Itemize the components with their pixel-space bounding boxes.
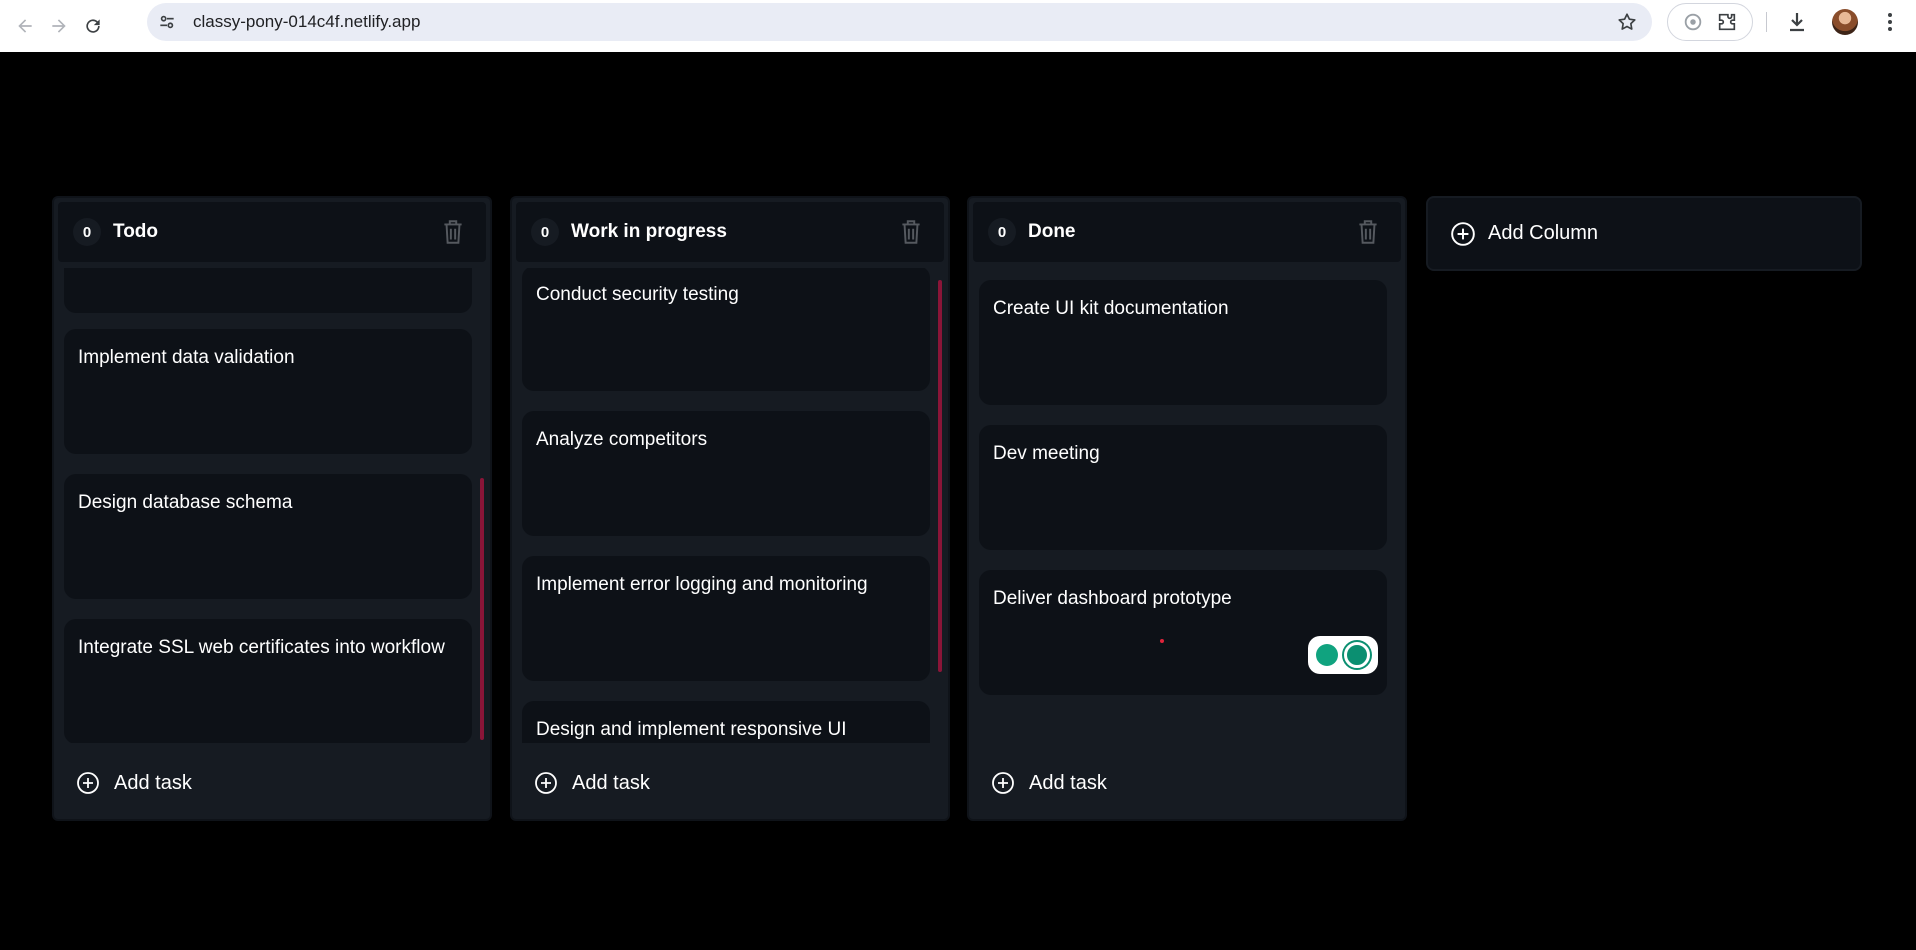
chat-bubble-icon[interactable] xyxy=(1344,642,1370,668)
browser-toolbar: classy-pony-014c4f.netlify.app xyxy=(0,0,1916,52)
add-task-label: Add task xyxy=(572,771,650,794)
trash-icon[interactable] xyxy=(898,218,924,246)
task-card[interactable]: Implement error logging and monitoring xyxy=(522,556,930,681)
task-list[interactable]: Conduct security testing Analyze competi… xyxy=(518,268,942,743)
download-icon[interactable] xyxy=(1785,10,1809,34)
add-column-button[interactable]: Add Column xyxy=(1426,196,1862,271)
trash-icon[interactable] xyxy=(440,218,466,246)
url-text: classy-pony-014c4f.netlify.app xyxy=(193,12,421,31)
trash-icon[interactable] xyxy=(1355,218,1381,246)
plus-circle-icon xyxy=(77,772,99,794)
reload-button[interactable] xyxy=(76,9,110,43)
column-title[interactable]: Todo xyxy=(113,221,158,243)
column-todo: 0 Todo Implement data validation Design … xyxy=(52,196,492,821)
extensions-group xyxy=(1667,3,1753,41)
assistant-widget[interactable] xyxy=(1308,636,1378,674)
add-task-label: Add task xyxy=(114,771,192,794)
column-title[interactable]: Done xyxy=(1028,221,1076,243)
plus-circle-icon xyxy=(1451,221,1475,246)
reload-icon xyxy=(86,19,100,33)
task-card[interactable]: Deliver dashboard prototype xyxy=(979,570,1387,695)
cursor-dot xyxy=(1160,639,1164,643)
lightbulb-icon[interactable] xyxy=(1316,644,1338,666)
plus-circle-icon xyxy=(992,772,1014,794)
task-card[interactable]: Integrate SSL web certificates into work… xyxy=(64,619,472,743)
task-card[interactable]: Conduct security testing xyxy=(522,268,930,391)
add-column-label: Add Column xyxy=(1488,222,1599,244)
column-work-in-progress: 0 Work in progress Conduct security test… xyxy=(510,196,950,821)
add-task-button[interactable]: Add task xyxy=(991,771,1107,795)
column-header[interactable]: 0 Done xyxy=(973,202,1401,262)
address-bar[interactable]: classy-pony-014c4f.netlify.app xyxy=(147,3,1652,41)
avatar[interactable] xyxy=(1832,9,1858,35)
task-count-badge: 0 xyxy=(73,218,101,246)
column-header[interactable]: 0 Work in progress xyxy=(516,202,944,262)
add-task-label: Add task xyxy=(1029,771,1107,794)
arrow-right-icon xyxy=(52,19,66,33)
task-card[interactable]: Analyze competitors xyxy=(522,411,930,536)
back-button[interactable] xyxy=(8,9,42,43)
task-card[interactable]: Implement data validation xyxy=(64,329,472,454)
site-info-icon[interactable] xyxy=(152,7,182,37)
add-task-button[interactable]: Add task xyxy=(534,771,650,795)
task-count-badge: 0 xyxy=(988,218,1016,246)
forward-button[interactable] xyxy=(42,9,76,43)
column-title[interactable]: Work in progress xyxy=(571,221,727,243)
puzzle-icon[interactable] xyxy=(1716,11,1738,33)
column-header[interactable]: 0 Todo xyxy=(58,202,486,262)
scrollbar[interactable] xyxy=(938,280,942,672)
column-done: 0 Done Create UI kit documentation Dev m… xyxy=(967,196,1407,821)
toolbar-divider xyxy=(1766,12,1767,32)
task-card[interactable]: Design database schema xyxy=(64,474,472,599)
task-card[interactable]: Design and implement responsive UI xyxy=(522,701,930,743)
arrow-left-icon xyxy=(18,19,32,33)
task-card[interactable] xyxy=(64,268,472,313)
task-count-badge: 0 xyxy=(531,218,559,246)
kanban-board: 0 Todo Implement data validation Design … xyxy=(0,52,1916,950)
task-list[interactable]: Implement data validation Design databas… xyxy=(60,268,484,743)
more-vert-icon[interactable] xyxy=(1878,10,1902,34)
scrollbar[interactable] xyxy=(480,478,484,740)
plus-circle-icon xyxy=(535,772,557,794)
extension-app-icon[interactable] xyxy=(1682,11,1704,33)
task-card[interactable]: Dev meeting xyxy=(979,425,1387,550)
task-card[interactable]: Create UI kit documentation xyxy=(979,280,1387,405)
add-task-button[interactable]: Add task xyxy=(76,771,192,795)
bookmark-star-icon[interactable] xyxy=(1616,11,1638,33)
